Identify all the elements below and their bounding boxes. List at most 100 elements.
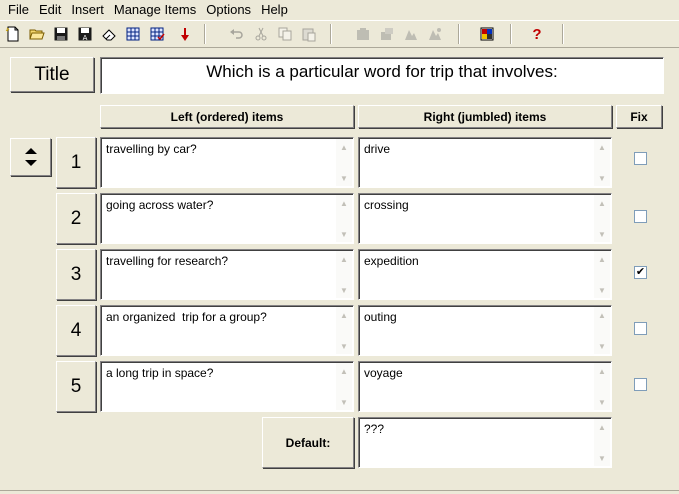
left-items-header: Left (ordered) items <box>100 105 354 128</box>
preview-icon[interactable] <box>476 24 498 44</box>
left-item-input[interactable]: travelling by car? ▲ ▼ <box>100 137 354 188</box>
scroll-up-icon[interactable]: ▲ <box>595 420 609 434</box>
row-number[interactable]: 5 <box>56 361 96 412</box>
scroll-down-icon[interactable]: ▼ <box>595 339 609 353</box>
down-arrow-icon[interactable] <box>174 24 196 44</box>
scroll-down-icon[interactable]: ▼ <box>595 171 609 185</box>
menu-edit[interactable]: Edit <box>34 0 66 19</box>
scrollbar[interactable]: ▲ ▼ <box>594 139 610 186</box>
scrollbar[interactable]: ▲ ▼ <box>594 251 610 298</box>
default-input[interactable]: ??? ▲ ▼ <box>358 417 612 468</box>
menu-help[interactable]: Help <box>256 0 293 19</box>
scroll-down-icon[interactable]: ▼ <box>337 283 351 297</box>
scrollbar[interactable]: ▲ ▼ <box>336 307 352 354</box>
menu-manage-items[interactable]: Manage Items <box>109 0 201 19</box>
fix-checkbox-4[interactable] <box>634 322 647 335</box>
right-item-input[interactable]: voyage ▲ ▼ <box>358 361 612 412</box>
scroll-up-icon[interactable]: ▲ <box>595 364 609 378</box>
row-number[interactable]: 4 <box>56 305 96 356</box>
left-item-text: going across water? <box>106 198 214 212</box>
scroll-up-icon[interactable]: ▲ <box>595 252 609 266</box>
menu-bar: File Edit Insert Manage Items Options He… <box>0 0 679 19</box>
left-item-text: a long trip in space? <box>106 366 214 380</box>
right-item-input[interactable]: crossing ▲ ▼ <box>358 193 612 244</box>
title-label: Title <box>10 57 94 92</box>
svg-text:A: A <box>83 34 88 42</box>
scroll-up-icon[interactable]: ▲ <box>595 196 609 210</box>
toolbar: A ? <box>0 20 679 48</box>
scroll-up-icon[interactable]: ▲ <box>337 364 351 378</box>
right-item-text: outing <box>364 310 397 324</box>
copy-icon[interactable] <box>274 24 296 44</box>
status-divider <box>0 490 679 494</box>
left-item-input[interactable]: going across water? ▲ ▼ <box>100 193 354 244</box>
save-as-icon[interactable]: A <box>74 24 96 44</box>
title-input[interactable]: Which is a particular word for trip that… <box>100 57 664 94</box>
image-icon[interactable] <box>352 24 374 44</box>
move-up-down-button[interactable] <box>10 138 51 176</box>
scroll-up-icon[interactable]: ▲ <box>337 196 351 210</box>
scroll-down-icon[interactable]: ▼ <box>595 395 609 409</box>
left-item-input[interactable]: an organized trip for a group? ▲ ▼ <box>100 305 354 356</box>
fix-checkbox-3[interactable]: ✔ <box>634 266 647 279</box>
scroll-up-icon[interactable]: ▲ <box>337 140 351 154</box>
scrollbar[interactable]: ▲ ▼ <box>594 195 610 242</box>
help-icon[interactable]: ? <box>526 24 548 44</box>
paste-icon[interactable] <box>298 24 320 44</box>
right-item-input[interactable]: outing ▲ ▼ <box>358 305 612 356</box>
save-icon[interactable] <box>50 24 72 44</box>
scrollbar[interactable]: ▲ ▼ <box>594 419 610 466</box>
scrollbar[interactable]: ▲ ▼ <box>336 195 352 242</box>
left-item-text: travelling for research? <box>106 254 229 268</box>
scrollbar[interactable]: ▲ ▼ <box>336 363 352 410</box>
row-number[interactable]: 1 <box>56 137 96 188</box>
default-label: Default: <box>262 417 354 468</box>
fix-checkbox-5[interactable] <box>634 378 647 391</box>
scroll-up-icon[interactable]: ▲ <box>595 308 609 322</box>
eraser-icon[interactable] <box>98 24 120 44</box>
fix-checkbox-2[interactable] <box>634 210 647 223</box>
image-2-icon[interactable] <box>376 24 398 44</box>
move-down-icon[interactable] <box>24 160 37 166</box>
scroll-up-icon[interactable]: ▲ <box>337 308 351 322</box>
scroll-down-icon[interactable]: ▼ <box>595 451 609 465</box>
scrollbar[interactable]: ▲ ▼ <box>594 363 610 410</box>
scrollbar[interactable]: ▲ ▼ <box>336 251 352 298</box>
row-number[interactable]: 3 <box>56 249 96 300</box>
scroll-down-icon[interactable]: ▼ <box>595 227 609 241</box>
right-item-text: drive <box>364 142 391 156</box>
scrollbar[interactable]: ▲ ▼ <box>594 307 610 354</box>
right-item-input[interactable]: drive ▲ ▼ <box>358 137 612 188</box>
scroll-down-icon[interactable]: ▼ <box>337 339 351 353</box>
scroll-down-icon[interactable]: ▼ <box>337 171 351 185</box>
image-3-icon[interactable] <box>400 24 422 44</box>
check-grid-icon[interactable] <box>122 24 144 44</box>
left-item-input[interactable]: a long trip in space? ▲ ▼ <box>100 361 354 412</box>
scroll-down-icon[interactable]: ▼ <box>337 227 351 241</box>
check-grid-2-icon[interactable] <box>146 24 168 44</box>
move-up-icon[interactable] <box>24 148 37 154</box>
undo-icon[interactable] <box>226 24 248 44</box>
right-items-header: Right (jumbled) items <box>358 105 612 128</box>
scrollbar[interactable]: ▲ ▼ <box>336 139 352 186</box>
right-item-input[interactable]: expedition ▲ ▼ <box>358 249 612 300</box>
fix-header: Fix <box>616 105 662 128</box>
scroll-down-icon[interactable]: ▼ <box>595 283 609 297</box>
right-item-text: crossing <box>364 198 409 212</box>
left-item-text: an organized trip for a group? <box>106 310 267 324</box>
menu-options[interactable]: Options <box>201 0 256 19</box>
scroll-up-icon[interactable]: ▲ <box>595 140 609 154</box>
open-folder-icon[interactable] <box>26 24 48 44</box>
default-text: ??? <box>364 422 385 436</box>
scroll-down-icon[interactable]: ▼ <box>337 395 351 409</box>
right-item-text: voyage <box>364 366 403 380</box>
fix-checkbox-1[interactable] <box>634 152 647 165</box>
cut-icon[interactable] <box>250 24 272 44</box>
row-number[interactable]: 2 <box>56 193 96 244</box>
image-4-icon[interactable] <box>424 24 446 44</box>
left-item-input[interactable]: travelling for research? ▲ ▼ <box>100 249 354 300</box>
scroll-up-icon[interactable]: ▲ <box>337 252 351 266</box>
new-file-icon[interactable] <box>2 24 24 44</box>
menu-insert[interactable]: Insert <box>66 0 109 19</box>
menu-file[interactable]: File <box>3 0 34 19</box>
